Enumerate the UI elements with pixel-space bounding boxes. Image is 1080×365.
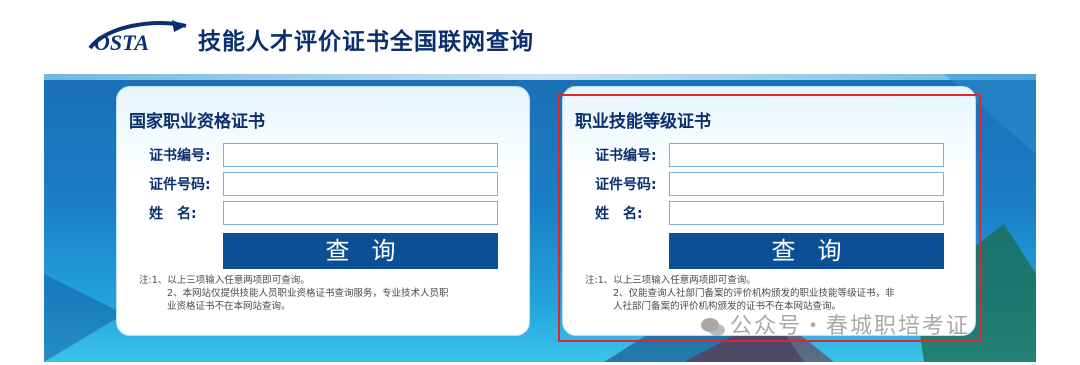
name-label: 姓 名:	[595, 206, 643, 222]
id-number-row: 证件号码:	[563, 172, 975, 196]
name-row: 姓 名:	[563, 201, 975, 225]
panel-title: 国家职业资格证书	[129, 112, 265, 132]
query-button[interactable]: 查询	[223, 233, 498, 269]
page-title: 技能人才评价证书全国联网查询	[198, 29, 534, 55]
site-header: OSTA 技能人才评价证书全国联网查询	[0, 0, 1080, 72]
watermark-text: 公众号・春城职培考证	[730, 314, 971, 339]
id-number-row: 证件号码:	[117, 172, 529, 196]
panel-title: 职业技能等级证书	[575, 112, 711, 132]
note-line-3: 业资格证书不在本网站查询。	[167, 301, 291, 312]
id-number-input[interactable]	[223, 172, 498, 196]
vocational-qualification-panel: 国家职业资格证书 证书编号: 证件号码: 姓 名: 查询 注:1、以上三项输入任…	[116, 86, 530, 336]
wechat-icon	[701, 318, 725, 336]
query-button[interactable]: 查询	[669, 233, 944, 269]
skill-level-panel: 职业技能等级证书 证书编号: 证件号码: 姓 名: 查询 注:1、以上三项输入任…	[562, 86, 976, 336]
cert-number-label: 证书编号:	[149, 148, 211, 164]
note-line-2: 2、仅能查询人社部门备案的评价机构颁发的职业技能等级证书，非	[613, 288, 895, 299]
name-input[interactable]	[669, 201, 944, 225]
osta-logo: OSTA	[88, 20, 187, 55]
cert-number-input[interactable]	[669, 143, 944, 167]
note-line-1: 注:1、以上三项输入任意两项即可查询。	[139, 275, 310, 286]
watermark: 公众号・春城职培考证	[700, 308, 970, 340]
logo-text: OSTA	[94, 30, 149, 55]
cert-number-row: 证书编号:	[117, 143, 529, 167]
cert-number-label: 证书编号:	[595, 148, 657, 164]
note-text: 注:1、以上三项输入任意两项即可查询。 2、本网站仅提供技能人员职业资格证书查询…	[139, 274, 523, 313]
name-label: 姓 名:	[149, 206, 197, 222]
id-number-label: 证件号码:	[595, 177, 657, 193]
cert-number-input[interactable]	[223, 143, 498, 167]
name-row: 姓 名:	[117, 201, 529, 225]
name-input[interactable]	[223, 201, 498, 225]
id-number-label: 证件号码:	[149, 177, 211, 193]
id-number-input[interactable]	[669, 172, 944, 196]
note-line-2: 2、本网站仅提供技能人员职业资格证书查询服务，专业技术人员职	[167, 288, 449, 299]
note-line-1: 注:1、以上三项输入任意两项即可查询。	[585, 275, 756, 286]
cert-number-row: 证书编号:	[563, 143, 975, 167]
